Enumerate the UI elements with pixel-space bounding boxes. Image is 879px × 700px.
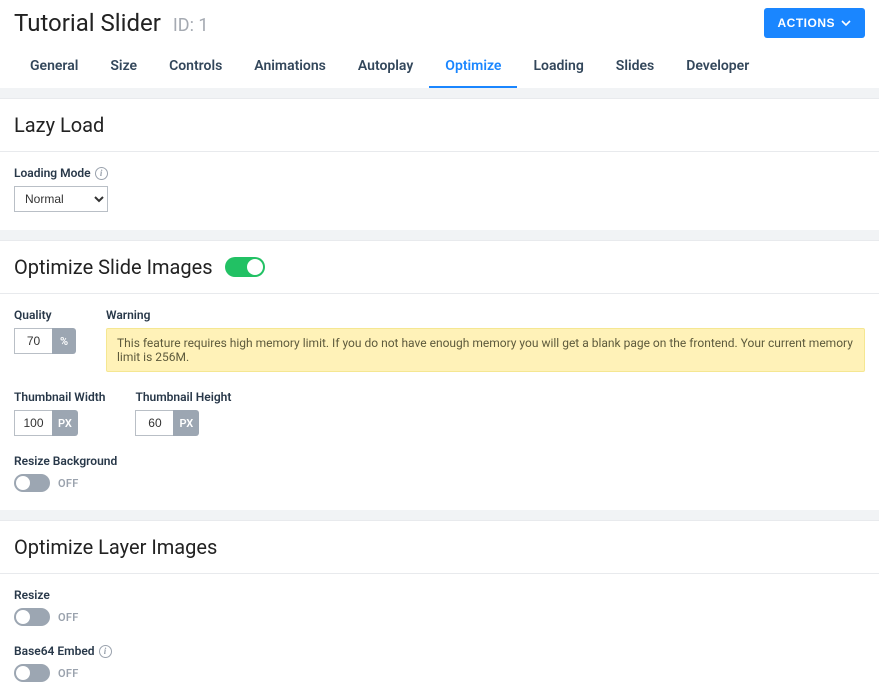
panel-slide-images: Optimize Slide Images Quality % Warning … <box>0 240 879 510</box>
quality-unit: % <box>52 328 76 354</box>
chevron-down-icon <box>841 18 851 28</box>
tab-slides[interactable]: Slides <box>600 48 670 88</box>
thumb-height-label: Thumbnail Height <box>135 390 231 404</box>
tabs: General Size Controls Animations Autopla… <box>0 48 879 88</box>
resize-bg-label: Resize Background <box>14 454 117 468</box>
resize-state: OFF <box>58 611 79 624</box>
px-unit: PX <box>173 410 199 436</box>
px-unit: PX <box>52 410 78 436</box>
tab-controls[interactable]: Controls <box>153 48 238 88</box>
quality-input[interactable] <box>14 328 52 354</box>
panel-title-layer-images: Optimize Layer Images <box>14 535 217 559</box>
resize-bg-toggle[interactable] <box>14 474 50 492</box>
tab-animations[interactable]: Animations <box>238 48 342 88</box>
actions-label: ACTIONS <box>778 16 836 30</box>
loading-mode-label: Loading Mode <box>14 166 91 180</box>
panel-lazy-load: Lazy Load Loading Mode i Normal <box>0 98 879 230</box>
info-icon[interactable]: i <box>95 167 108 180</box>
base64-toggle[interactable] <box>14 664 50 682</box>
optimize-slide-images-toggle[interactable] <box>225 257 265 277</box>
loading-mode-select[interactable]: Normal <box>14 186 108 212</box>
thumb-width-label: Thumbnail Width <box>14 390 105 404</box>
panel-layer-images: Optimize Layer Images Resize OFF Base64 … <box>0 520 879 700</box>
base64-label: Base64 Embed <box>14 644 95 658</box>
tab-autoplay[interactable]: Autoplay <box>342 48 429 88</box>
actions-button[interactable]: ACTIONS <box>764 8 866 38</box>
warning-label: Warning <box>106 308 150 322</box>
warning-box: This feature requires high memory limit.… <box>106 328 865 372</box>
thumb-width-input[interactable] <box>14 410 52 436</box>
resize-toggle[interactable] <box>14 608 50 626</box>
page-id: ID: 1 <box>173 15 209 36</box>
tab-size[interactable]: Size <box>94 48 153 88</box>
page-title: Tutorial Slider <box>14 9 161 37</box>
tab-general[interactable]: General <box>14 48 94 88</box>
thumb-height-input[interactable] <box>135 410 173 436</box>
base64-state: OFF <box>58 667 79 680</box>
panel-title-lazy: Lazy Load <box>14 113 104 137</box>
info-icon[interactable]: i <box>99 645 112 658</box>
quality-label: Quality <box>14 308 52 322</box>
panel-title-slide-images: Optimize Slide Images <box>14 255 213 279</box>
resize-label: Resize <box>14 588 50 602</box>
tab-developer[interactable]: Developer <box>670 48 765 88</box>
resize-bg-state: OFF <box>58 477 79 490</box>
tab-optimize[interactable]: Optimize <box>429 48 517 88</box>
tab-loading[interactable]: Loading <box>517 48 599 88</box>
